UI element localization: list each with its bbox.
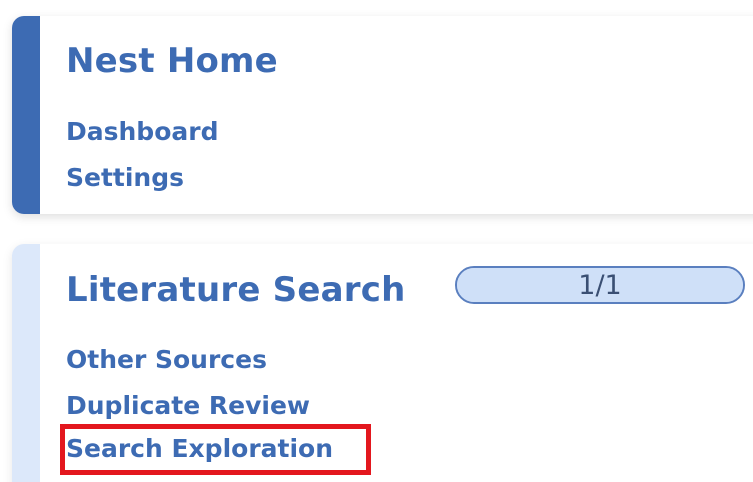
duplicate-review-link[interactable]: Duplicate Review xyxy=(66,393,310,418)
nest-home-accent-bar xyxy=(12,16,40,214)
nest-home-card: Nest Home Dashboard Settings xyxy=(12,16,753,214)
page: Nest Home Dashboard Settings Literature … xyxy=(0,0,753,482)
search-exploration-link[interactable]: Search Exploration xyxy=(66,436,333,461)
literature-search-title[interactable]: Literature Search xyxy=(66,273,405,307)
progress-count: 1/1 xyxy=(578,269,622,301)
literature-search-card: Literature Search 1/1 Other Sources Dupl… xyxy=(12,244,753,482)
other-sources-link[interactable]: Other Sources xyxy=(66,347,267,372)
dashboard-link[interactable]: Dashboard xyxy=(66,119,218,144)
literature-search-progress: 1/1 xyxy=(455,266,745,304)
nest-home-title[interactable]: Nest Home xyxy=(66,44,278,78)
settings-link[interactable]: Settings xyxy=(66,165,184,190)
literature-search-accent-bar xyxy=(12,244,40,482)
